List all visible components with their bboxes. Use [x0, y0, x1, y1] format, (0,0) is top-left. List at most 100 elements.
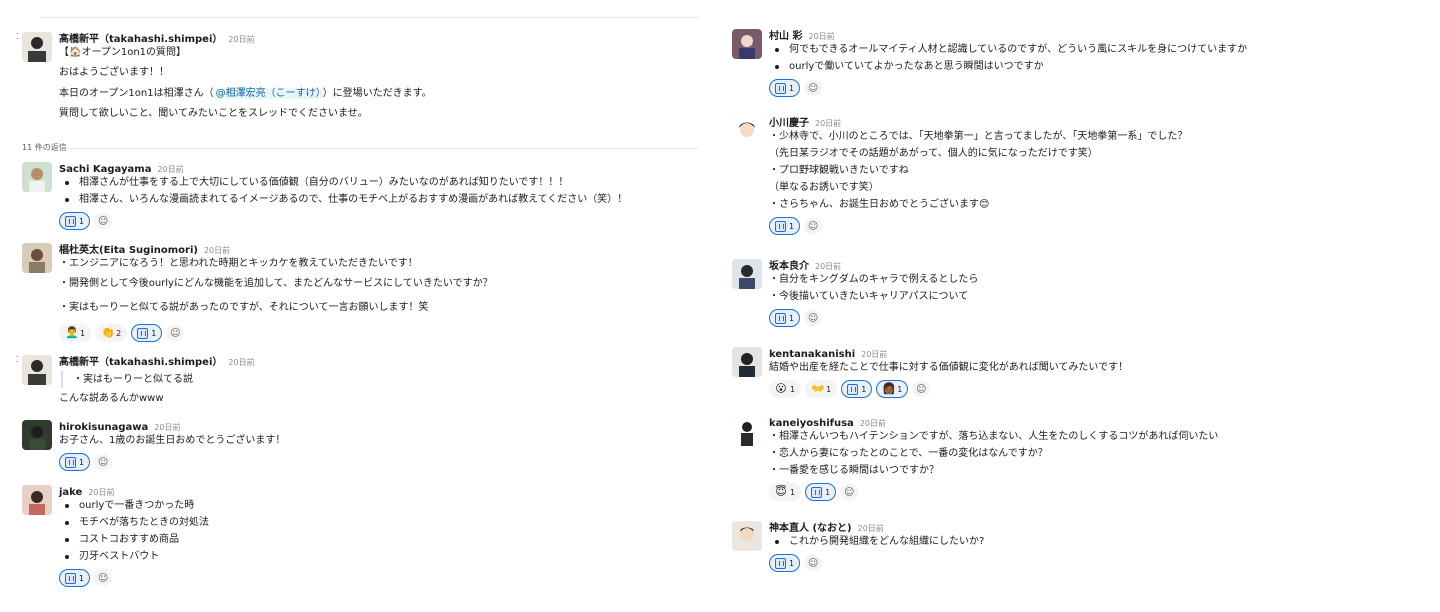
quote-block: ・実はもーりーと似てる説 — [61, 371, 700, 388]
list-item: 相澤さんが仕事をする上で大切にしている価値観（自分のバリュー）みたいなのがあれば… — [59, 174, 700, 191]
reaction-pill[interactable]: 1 — [769, 79, 801, 97]
timestamp[interactable]: 20日前 — [815, 262, 841, 271]
add-reaction-icon[interactable]: ☺ — [804, 80, 823, 96]
timestamp[interactable]: 20日前 — [204, 246, 230, 255]
list-item: 相澤さん、いろんな漫画読まれてるイメージあるので、仕事のモチベ上がるおすすめ漫画… — [59, 191, 700, 208]
timestamp[interactable]: 20日前 — [154, 423, 180, 432]
user-mention[interactable]: @相澤宏亮（こーすけ） — [213, 88, 323, 99]
add-reaction-icon[interactable]: ☺ — [166, 325, 185, 341]
timestamp[interactable]: 20日前 — [858, 524, 884, 533]
message-line: 【🏠オープン1on1の質問】 — [59, 47, 187, 58]
message-line: ・実はもーりーと似てる説があったのですが、それについて一言お願いします！笑 — [59, 302, 429, 313]
message-line: ・エンジニアになろう！と思われた時期とキッカケを教えていただきたいです！ — [59, 258, 418, 269]
timestamp[interactable]: 20日前 — [157, 165, 183, 174]
reaction-pill[interactable]: 👩🏾 1 — [876, 380, 909, 398]
parent-message: ⁚ 髙橋新平（takahashi.shimpei） 20日前 【🏠オープン1on1… — [16, 30, 700, 140]
message-line: お子さん、1歳のお誕生日おめでとうございます！ — [59, 435, 286, 446]
person-emoji-icon: 👩🏾 — [882, 382, 896, 395]
timestamp[interactable]: 20日前 — [88, 488, 114, 497]
message-line: ・自分をキングダムのキャラで例えるとしたら — [769, 274, 979, 285]
message-line: ・開発側として今後ourlyにどんな機能を追加して、またどんなサービスにしていき… — [59, 278, 493, 289]
shirt-emoji-icon — [65, 215, 76, 227]
reaction-pill[interactable]: 1 — [59, 212, 91, 230]
reaction-pill[interactable]: 1 — [59, 569, 91, 587]
reaction-pill[interactable]: 1 — [769, 217, 801, 235]
avatar[interactable] — [22, 420, 52, 450]
add-reaction-icon[interactable]: ☺ — [912, 381, 931, 397]
message-line: 結婚や出産を経たことで仕事に対する価値観に変化があれば聞いてみたいです！ — [769, 362, 1129, 373]
reaction-pill[interactable]: 👏 2 — [95, 324, 128, 342]
list-item: 何でもできるオールマイティ人材と認識しているのですが、どういう風にスキルを身につ… — [769, 41, 1392, 58]
author-name[interactable]: 髙橋新平（takahashi.shimpei） — [59, 357, 222, 368]
add-reaction-icon[interactable]: ☺ — [840, 484, 859, 500]
timestamp[interactable]: 20日前 — [808, 32, 834, 41]
add-reaction-icon[interactable]: ☺ — [94, 213, 113, 229]
message-line: ・一番愛を感じる瞬間はいつですか？ — [769, 465, 939, 476]
avatar[interactable] — [732, 259, 762, 289]
list-item: コストコおすすめ商品 — [59, 531, 700, 548]
reaction-pill[interactable]: 1 — [769, 554, 801, 572]
avatar[interactable] — [732, 416, 762, 446]
add-reaction-icon[interactable]: ☺ — [94, 454, 113, 470]
message-line: （単なるお誘いです笑） — [769, 182, 879, 193]
message-line: こんな説あるんかwww — [59, 393, 164, 404]
list-item: これから開発組織をどんな組織にしたいか? — [769, 533, 1392, 550]
message-line: おはようございます！！ — [59, 67, 169, 78]
add-reaction-icon[interactable]: ☺ — [94, 570, 113, 586]
reaction-pill[interactable]: 1 — [131, 324, 163, 342]
timestamp[interactable]: 20日前 — [860, 419, 886, 428]
reaction-pill[interactable]: 1 — [841, 380, 873, 398]
message-line: ・恋人から妻になったとのことで、一番の変化はなんですか？ — [769, 448, 1048, 459]
add-reaction-icon[interactable]: ☺ — [804, 310, 823, 326]
shirt-emoji-icon — [775, 557, 786, 569]
reactions-bar: 1 ☺ — [59, 567, 700, 589]
message-line: 本日のオープン1on1は相澤さん（ @相澤宏亮（こーすけ） ）に登場いただきます。 — [59, 88, 432, 99]
reply-count-divider: 11 件の返信 — [22, 142, 698, 153]
timestamp[interactable]: 20日前 — [861, 350, 887, 359]
list-item: ourlyで働いていてよかったなあと思う瞬間はいつですか — [769, 58, 1392, 75]
shirt-emoji-icon — [775, 312, 786, 324]
avatar[interactable] — [22, 32, 52, 62]
top-divider — [40, 17, 698, 18]
avatar[interactable] — [22, 162, 52, 192]
reaction-pill[interactable]: 1 — [59, 453, 91, 471]
open-hands-emoji-icon: 👐 — [811, 382, 825, 395]
message-line: （先日某ラジオでその話題があがって、個人的に気になっただけです笑） — [769, 148, 1098, 159]
shirt-emoji-icon — [65, 572, 76, 584]
reaction-pill[interactable]: 1 — [769, 309, 801, 327]
timestamp[interactable]: 20日前 — [228, 358, 254, 367]
avatar[interactable] — [22, 243, 52, 273]
reactions-bar: 1 ☺ — [59, 451, 700, 473]
avatar[interactable] — [732, 29, 762, 59]
message-line: ・プロ野球観戦いきたいですね — [769, 165, 909, 176]
reactions-bar: 👨‍🦱 1 👏 2 1 ☺ — [59, 322, 700, 344]
avatar[interactable] — [22, 485, 52, 515]
shirt-emoji-icon — [811, 486, 823, 498]
reaction-pill[interactable]: 1 — [805, 483, 837, 501]
reaction-pill[interactable]: 👨‍🦱 1 — [59, 324, 92, 342]
avatar[interactable] — [732, 347, 762, 377]
reactions-bar: 1 ☺ — [59, 210, 700, 232]
message-line: ・今後描いていきたいキャリアパスについて — [769, 291, 969, 302]
add-reaction-icon[interactable]: ☺ — [804, 218, 823, 234]
reaction-pill[interactable]: 😮 1 — [769, 380, 802, 398]
list-item: モチベが落ちたときの対処法 — [59, 514, 700, 531]
message-line: ・さらちゃん、お誕生日おめでとうございます😊 — [769, 199, 990, 210]
timestamp[interactable]: 20日前 — [815, 119, 841, 128]
shirt-emoji-icon — [137, 327, 149, 339]
reactions-bar: 1 ☺ — [769, 77, 1392, 99]
thread-marker-icon: ⁚ — [16, 32, 19, 41]
reactions-bar: 1 ☺ — [769, 552, 1392, 574]
avatar[interactable] — [732, 521, 762, 551]
avatar[interactable] — [22, 355, 52, 385]
list-item: ourlyで一番きつかった時 — [59, 497, 700, 514]
reaction-pill[interactable]: 👐 1 — [805, 380, 838, 398]
surprised-emoji-icon: 😮 — [775, 382, 787, 395]
shirt-emoji-icon — [775, 82, 786, 94]
message-line: ・相澤さんいつもハイテンションですが、落ち込まない、人生をたのしくするコツがあれ… — [769, 431, 1219, 442]
message-line: 質問して欲しいこと、聞いてみたいことをスレッドでくださいませ。 — [59, 108, 368, 119]
timestamp[interactable]: 20日前 — [228, 35, 254, 44]
reaction-pill[interactable]: 😇 1 — [769, 483, 802, 501]
add-reaction-icon[interactable]: ☺ — [804, 555, 823, 571]
avatar[interactable] — [732, 116, 762, 146]
